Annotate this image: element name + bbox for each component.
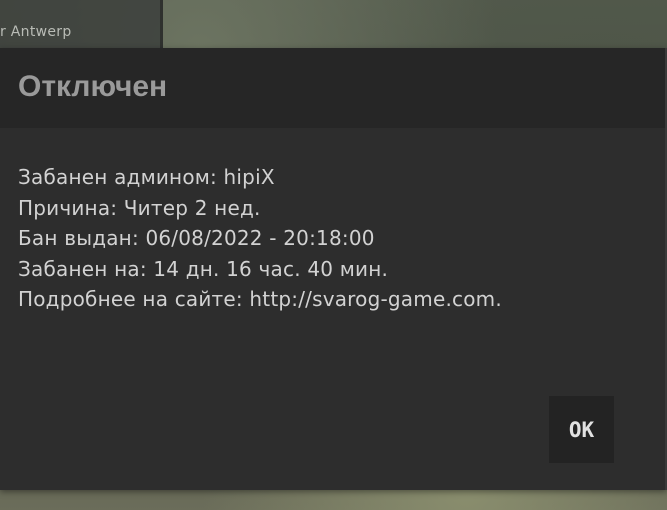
server-name-label: r Antwerp <box>0 24 72 40</box>
reason-line: Причина: Читер 2 нед. <box>18 195 261 220</box>
ban-issued-line: Бан выдан: 06/08/2022 - 20:18:00 <box>18 226 375 250</box>
ban-duration-line: Забанен на: 14 дн. 16 час. 40 мин. <box>18 256 389 281</box>
disconnect-dialog: Отключен Забанен админом: hipiX Причина:… <box>0 48 667 490</box>
server-browser-panel: r Antwerp <box>0 0 163 48</box>
dialog-message: Забанен админом: hipiX Причина: Читер 2 … <box>18 162 638 315</box>
dialog-header: Отключен <box>0 48 665 128</box>
dialog-title: Отключен <box>18 70 168 103</box>
website-line: Подробнее на сайте: http://svarog-game.c… <box>18 287 502 311</box>
banned-by-line: Забанен админом: hipiX <box>18 165 275 189</box>
ok-button[interactable]: OK <box>549 396 614 463</box>
